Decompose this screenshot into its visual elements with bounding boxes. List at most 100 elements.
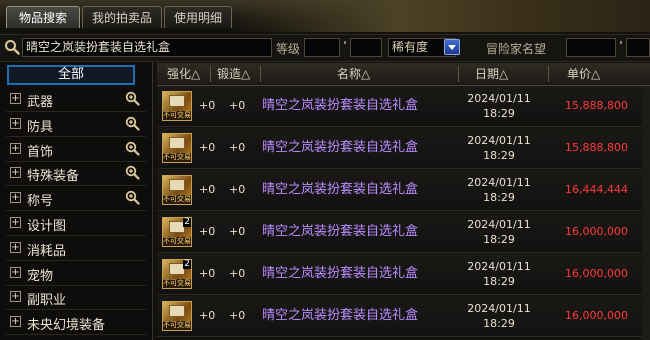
untradable-tag: 不可交易 (163, 321, 191, 330)
adventurer-min-input[interactable] (566, 38, 616, 57)
untradable-tag: 不可交易 (163, 195, 191, 204)
magnify-icon[interactable] (125, 190, 140, 205)
item-name[interactable]: 晴空之岚装扮套装自选礼盒 (262, 296, 418, 336)
category-item[interactable]: + 宠物 (6, 262, 146, 284)
item-name[interactable]: 晴空之岚装扮套装自选礼盒 (262, 86, 418, 126)
date-text: 2024/01/11 (467, 134, 531, 147)
forge-value: +0 (229, 267, 246, 280)
gift-box-ribbon (169, 137, 185, 149)
table-row[interactable]: 不可交易 +0 +0 晴空之岚装扮套装自选礼盒 2024/01/11 18:29 16,00… (157, 296, 650, 337)
magnify-icon[interactable] (125, 116, 140, 131)
table-row[interactable]: 2 不可交易 +0 +0 晴空之岚装扮套装自选礼盒 2024/01/11 18:29 16,0… (157, 212, 650, 253)
item-name[interactable]: 晴空之岚装扮套装自选礼盒 (262, 212, 418, 252)
category-label: 宠物 (27, 268, 54, 284)
enhance-value: +0 (199, 267, 216, 280)
table-row[interactable]: 不可交易 +0 +0 晴空之岚装扮套装自选礼盒 2024/01/11 18:29 15,88… (157, 128, 650, 169)
header-enhance[interactable]: 强化△ (167, 63, 200, 85)
expand-icon[interactable]: + (10, 291, 21, 303)
untradable-tag: 不可交易 (163, 237, 191, 246)
gift-box-icon[interactable]: 不可交易 (162, 91, 192, 121)
date-text: 2024/01/11 (467, 302, 531, 315)
enhance-value: +0 (199, 309, 216, 322)
item-name[interactable]: 晴空之岚装扮套装自选礼盒 (262, 170, 418, 210)
category-item[interactable]: + 武器 (6, 88, 146, 110)
gift-box-icon[interactable]: 不可交易 (162, 133, 192, 163)
gift-box-ribbon (169, 95, 185, 107)
category-item[interactable]: + 设计图 (6, 212, 146, 234)
adventurer-max-input[interactable] (626, 38, 650, 57)
category-sidebar: 全部 + 武器 + 防具 + 首饰 + 特殊装备 + 称号 + 设计图 + 消耗品 + 宠物 + 副职业 + 未央幻境… (0, 62, 153, 340)
expand-icon[interactable]: + (10, 167, 21, 179)
table-row[interactable]: 不可交易 +0 +0 晴空之岚装扮套装自选礼盒 2024/01/11 18:29 16,44… (157, 170, 650, 211)
table-row[interactable]: 不可交易 +0 +0 晴空之岚装扮套装自选礼盒 2024/01/11 18:29 15,88… (157, 86, 650, 127)
expand-icon[interactable]: + (10, 142, 21, 154)
item-name[interactable]: 晴空之岚装扮套装自选礼盒 (262, 254, 418, 294)
category-item[interactable]: + 防具 (6, 113, 146, 135)
magnify-icon[interactable] (125, 141, 140, 156)
expand-icon[interactable]: + (10, 93, 21, 104)
header-name[interactable]: 名称△ (337, 63, 370, 85)
category-item[interactable]: + 副职业 (6, 286, 146, 308)
date-text: 2024/01/11 (467, 176, 531, 189)
level-label: 等级 (276, 42, 301, 56)
category-label: 防具 (27, 119, 54, 135)
date-text: 2024/01/11 (467, 218, 531, 231)
search-input[interactable]: 晴空之岚装扮套装自选礼盒 (22, 38, 272, 57)
listing-date: 2024/01/11 18:29 (459, 301, 539, 331)
search-bar: 晴空之岚装扮套装自选礼盒 等级 稀有度 冒险家名望 (0, 34, 650, 62)
search-icon (5, 40, 20, 55)
category-all[interactable]: 全部 (7, 65, 135, 85)
expand-icon[interactable]: + (10, 192, 21, 204)
level-min-input[interactable] (304, 38, 340, 57)
category-label: 副职业 (27, 293, 67, 309)
category-item[interactable]: + 未央幻境装备 (6, 311, 146, 333)
gift-box-icon[interactable]: 2 不可交易 (162, 217, 192, 247)
gift-box-icon[interactable]: 不可交易 (162, 301, 192, 331)
table-row[interactable]: 2 不可交易 +0 +0 晴空之岚装扮套装自选礼盒 2024/01/11 18:29 16,0… (157, 254, 650, 295)
enhance-value: +0 (199, 183, 216, 196)
expand-icon[interactable]: + (10, 117, 21, 129)
header-price[interactable]: 单价△ (567, 63, 600, 85)
listing-date: 2024/01/11 18:29 (459, 259, 539, 289)
header-divider (210, 66, 211, 82)
category-item[interactable]: + 消耗品 (6, 237, 146, 259)
forge-value: +0 (229, 99, 246, 112)
tab-item-search[interactable]: 物品搜索 (6, 6, 80, 28)
expand-icon[interactable]: + (10, 316, 21, 328)
expand-icon[interactable]: + (10, 217, 21, 228)
header-divider (260, 66, 261, 82)
tab-my-auctions[interactable]: 我的拍卖品 (82, 6, 162, 28)
untradable-tag: 不可交易 (163, 279, 191, 288)
expand-icon[interactable]: + (10, 241, 21, 253)
gift-box-icon[interactable]: 2 不可交易 (162, 259, 192, 289)
forge-value: +0 (229, 225, 246, 238)
header-date[interactable]: 日期△ (475, 63, 508, 85)
magnify-icon[interactable] (125, 165, 140, 180)
category-item[interactable]: + 特殊装备 (6, 162, 146, 184)
forge-value: +0 (229, 309, 246, 322)
rarity-dropdown-button[interactable] (444, 39, 460, 55)
gift-box-ribbon (169, 305, 185, 317)
range-separator (344, 41, 346, 44)
listing-date: 2024/01/11 18:29 (459, 175, 539, 205)
auction-window: 物品搜索 我的拍卖品 使用明细 晴空之岚装扮套装自选礼盒 等级 稀有度 冒险家名… (0, 0, 650, 340)
expand-icon[interactable]: + (10, 266, 21, 278)
time-text: 18:29 (483, 317, 515, 330)
listing-date: 2024/01/11 18:29 (459, 91, 539, 121)
enhance-value: +0 (199, 225, 216, 238)
category-label: 称号 (27, 194, 54, 210)
category-item[interactable]: + 称号 (6, 187, 146, 209)
magnify-icon[interactable] (125, 91, 140, 106)
item-name[interactable]: 晴空之岚装扮套装自选礼盒 (262, 128, 418, 168)
time-text: 18:29 (483, 275, 515, 288)
header-forge[interactable]: 锻造△ (217, 63, 250, 85)
results-scrollbar[interactable] (642, 86, 650, 340)
date-text: 2024/01/11 (467, 92, 531, 105)
enhance-value: +0 (199, 99, 216, 112)
unit-price: 15,888,800 (565, 99, 628, 112)
gift-box-icon[interactable]: 不可交易 (162, 175, 192, 205)
level-max-input[interactable] (350, 38, 382, 57)
category-item[interactable]: + 首饰 (6, 138, 146, 160)
tab-usage-details[interactable]: 使用明细 (164, 6, 232, 28)
unit-price: 16,000,000 (565, 225, 628, 238)
